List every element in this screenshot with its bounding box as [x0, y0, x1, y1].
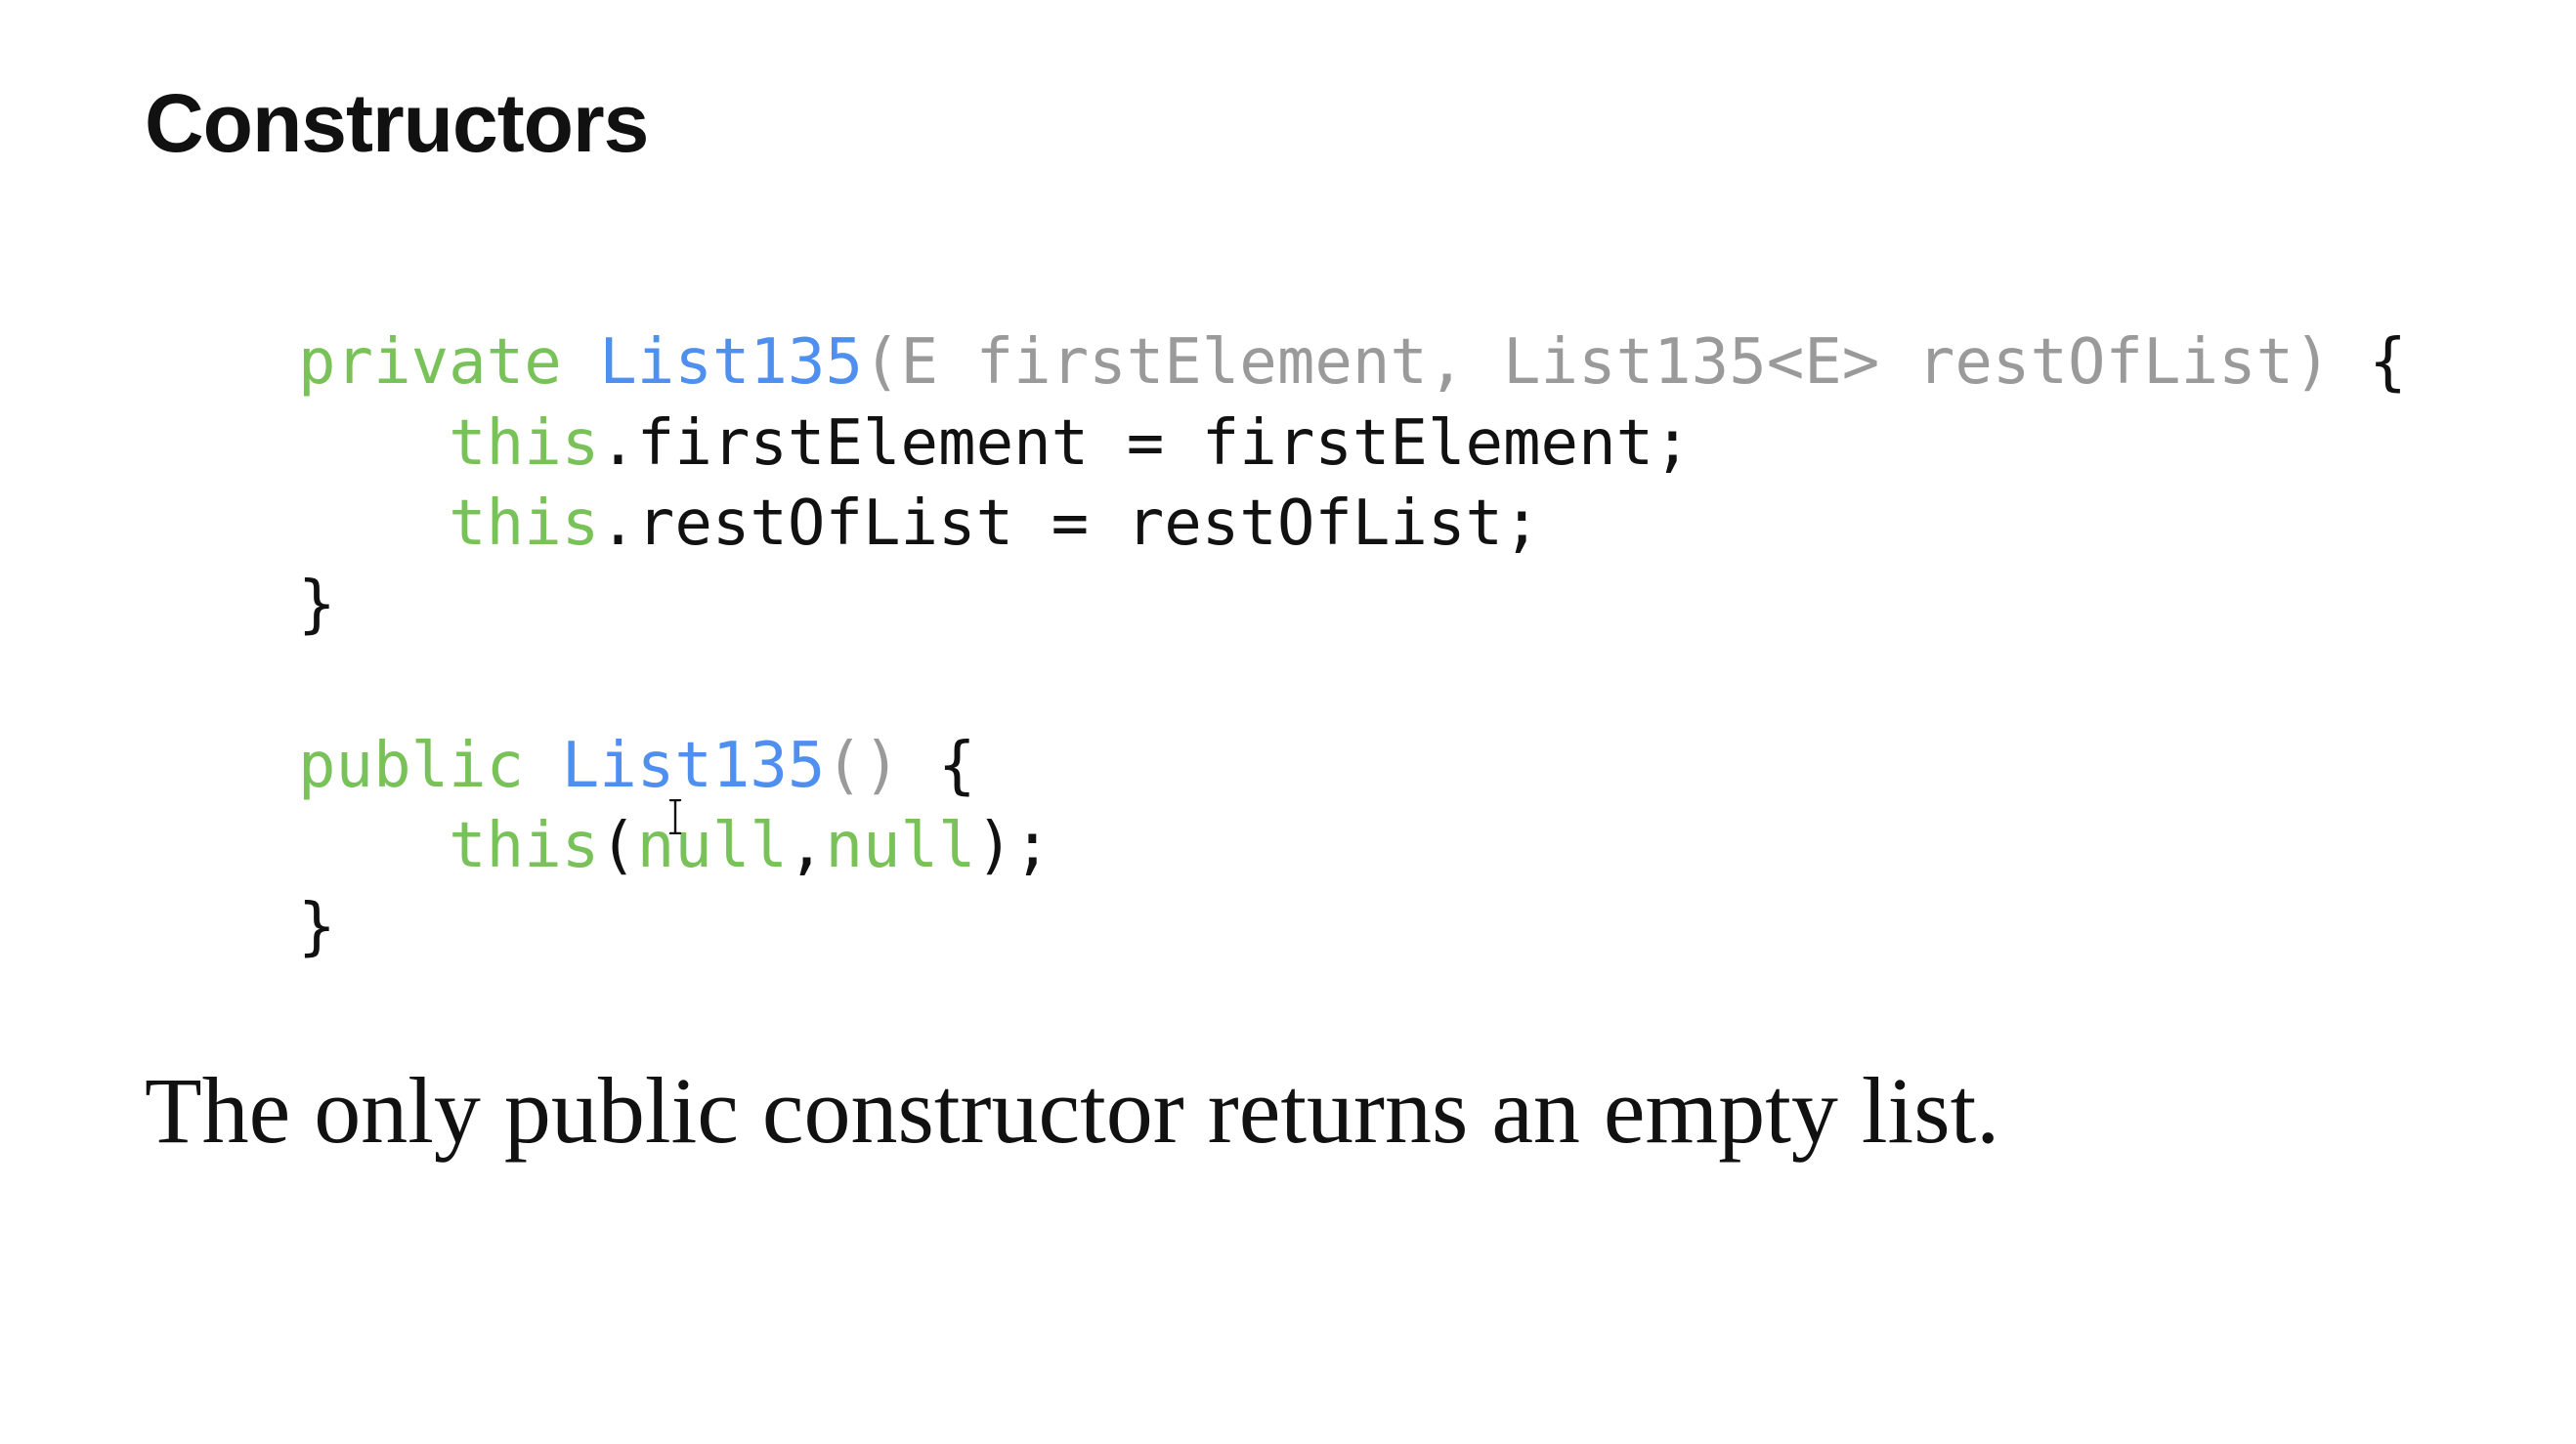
code-block: private List135(E firstElement, List135<…	[298, 322, 2407, 967]
code-line: private List135(E firstElement, List135<…	[298, 322, 2407, 403]
i-beam-cursor-icon	[668, 799, 682, 834]
code-token: {	[900, 729, 976, 802]
code-token: (	[599, 810, 637, 882]
code-token: this	[449, 406, 600, 480]
code-line: }	[298, 887, 2407, 968]
code-token: ,	[787, 810, 826, 882]
code-token: List135	[561, 729, 826, 802]
code-token: (E firstElement, List135<E> restOfList)	[862, 326, 2332, 399]
code-token: }	[298, 568, 336, 641]
code-token: null	[825, 810, 976, 882]
slide-title: Constructors	[145, 77, 649, 169]
code-token: public	[298, 729, 562, 802]
slide: Constructors private List135(E firstElem…	[0, 0, 2576, 1444]
code-line: this.restOfList = restOfList;	[298, 484, 2407, 565]
code-token: this	[449, 810, 600, 882]
code-line: this(null,null);	[298, 806, 2407, 887]
code-token: ()	[825, 729, 901, 802]
code-line: }	[298, 565, 2407, 646]
code-token: }	[298, 890, 336, 963]
code-token: null	[636, 810, 788, 882]
code-line: this.firstElement = firstElement;	[298, 403, 2407, 485]
code-token: this	[449, 488, 600, 560]
code-token: .restOfList = restOfList;	[599, 488, 1541, 560]
code-token: List135	[599, 326, 863, 399]
code-token: .firstElement = firstElement;	[599, 406, 1692, 480]
code-token: );	[975, 810, 1052, 882]
code-token: private	[298, 326, 600, 399]
slide-caption: The only public constructor returns an e…	[145, 1058, 2000, 1163]
code-token: {	[2331, 326, 2407, 399]
code-line: public List135() {	[298, 726, 2407, 807]
